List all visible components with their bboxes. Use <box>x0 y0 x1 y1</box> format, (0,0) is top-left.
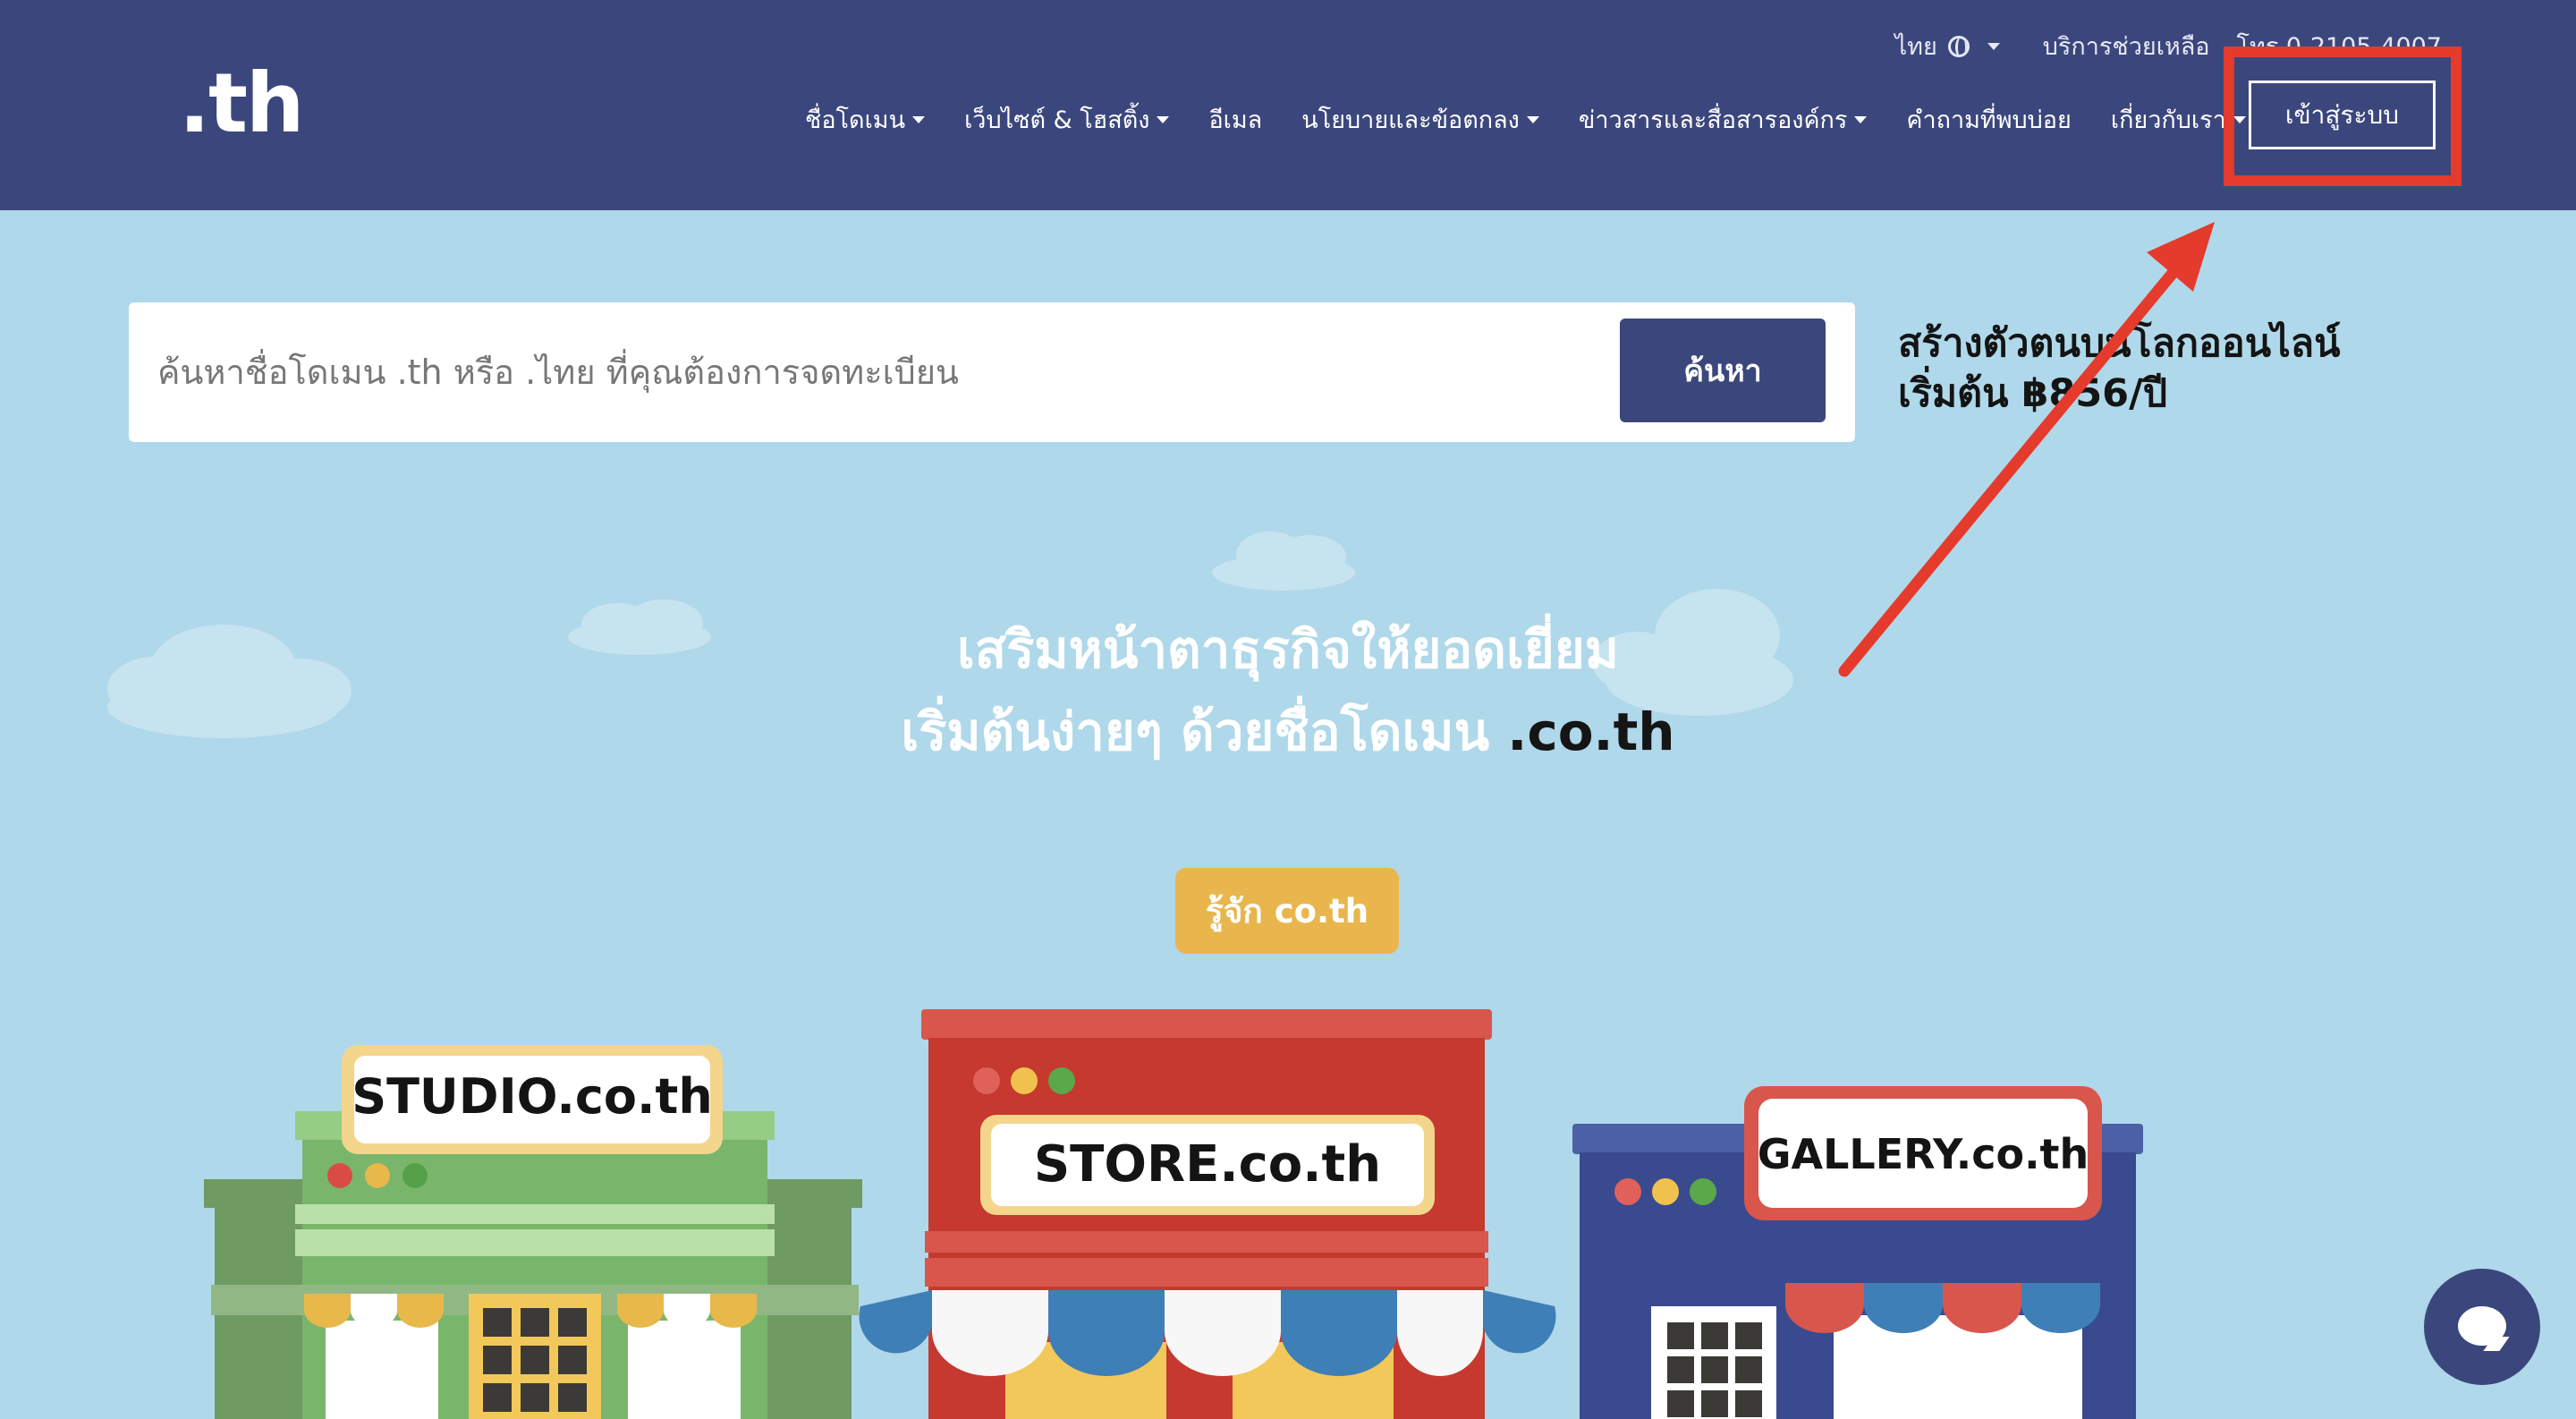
gallery-sign-text: GALLERY.co.th <box>1758 1130 2089 1178</box>
learn-co-th-button[interactable]: รู้จัก co.th <box>1175 868 1399 954</box>
hero-line-1: เสริมหน้าตาธุรกิจให้ยอดเยี่ยม <box>956 619 1619 680</box>
store-sign-text: STORE.co.th <box>1034 1135 1381 1194</box>
chat-icon <box>2458 1306 2506 1346</box>
store-storefront <box>859 1009 1556 1419</box>
chat-button[interactable] <box>2424 1269 2540 1385</box>
hero-title: เสริมหน้าตาธุรกิจให้ยอดเยี่ยม เริ่มต้นง่… <box>0 608 2576 773</box>
hero-line-2: เริ่มต้นง่ายๆ ด้วยชื่อโดเมน .co.th <box>0 691 2576 773</box>
cloud-icon <box>1212 531 1355 591</box>
hero-domain-highlight: .co.th <box>1507 701 1675 762</box>
hero-line-2-text: เริ่มต้นง่ายๆ ด้วยชื่อโดเมน <box>901 701 1508 762</box>
studio-sign-text: STUDIO.co.th <box>352 1068 713 1125</box>
